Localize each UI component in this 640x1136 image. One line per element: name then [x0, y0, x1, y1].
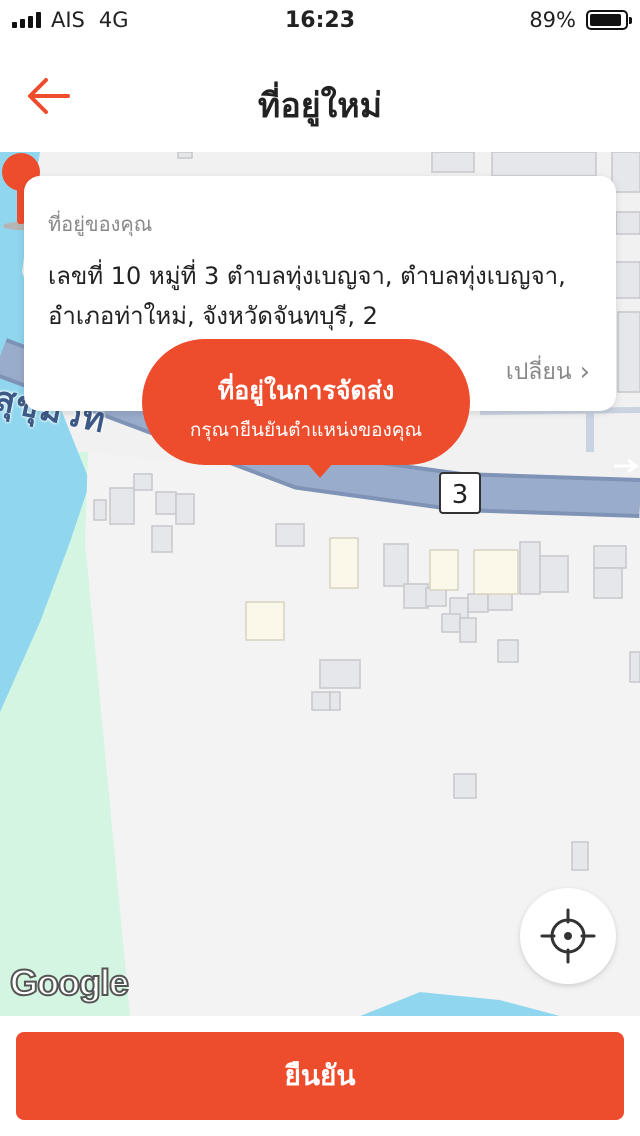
bottom-bar: ยืนยัน — [0, 1016, 640, 1136]
address-label: ที่อยู่ของคุณ — [48, 212, 153, 236]
tooltip-title: ที่อยู่ในการจัดส่ง — [217, 376, 395, 405]
tooltip-subtitle: กรุณายืนยันตำแหน่งของคุณ — [189, 419, 423, 441]
confirm-button[interactable]: ยืนยัน — [16, 1032, 624, 1120]
header: ที่อยู่ใหม่ — [0, 40, 640, 152]
delivery-tooltip: ที่อยู่ในการจัดส่ง กรุณายืนยันตำแหน่งของ… — [142, 339, 470, 465]
change-label: เปลี่ยน — [505, 359, 572, 385]
chevron-right-icon: › — [579, 357, 590, 387]
status-right: 89% — [529, 8, 632, 32]
status-bar: AIS 4G 16:23 89% — [0, 0, 640, 40]
change-address-button[interactable]: เปลี่ยน › — [506, 354, 590, 390]
google-logo: Google — [9, 961, 130, 1004]
page-title: ที่อยู่ใหม่ — [257, 86, 383, 126]
battery-icon — [586, 10, 632, 30]
battery-percent: 89% — [529, 8, 576, 32]
route-shield: 3 — [439, 472, 481, 514]
crosshair-icon — [540, 908, 596, 964]
address-text: เลขที่ 10 หมู่ที่ 3 ตำบลทุ่งเบญจา, ตำบลท… — [48, 262, 566, 330]
locate-me-button[interactable] — [520, 888, 616, 984]
tooltip-tail — [306, 462, 334, 478]
